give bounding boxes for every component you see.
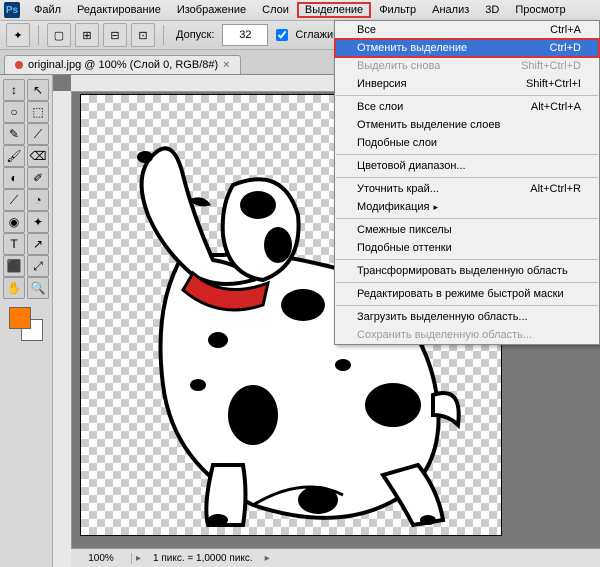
tab-dot-icon	[15, 61, 23, 69]
menu-analysis[interactable]: Анализ	[424, 2, 477, 18]
tool-button[interactable]: ↖	[27, 79, 49, 101]
menu-3d[interactable]: 3D	[477, 2, 507, 18]
tool-button[interactable]: ◉	[3, 211, 25, 233]
document-tab[interactable]: original.jpg @ 100% (Слой 0, RGB/8#) ×	[4, 55, 241, 74]
tool-button[interactable]: ⬛	[3, 255, 25, 277]
tool-button[interactable]: ⟋	[27, 123, 49, 145]
menu-item[interactable]: Загрузить выделенную область...	[335, 308, 599, 326]
menu-layers[interactable]: Слои	[254, 2, 297, 18]
statusbar: 100% ▸ 1 пикс. = 1,0000 пикс. ▸	[71, 548, 600, 567]
menu-file[interactable]: Файл	[26, 2, 69, 18]
select-menu-dropdown: ВсеCtrl+AОтменить выделениеCtrl+DВыделит…	[334, 20, 600, 345]
ruler-vertical[interactable]	[53, 91, 72, 567]
menu-item[interactable]: Трансформировать выделенную область	[335, 262, 599, 280]
ps-logo: Ps	[4, 2, 20, 18]
tool-button[interactable]: ⟋	[3, 189, 25, 211]
tool-button[interactable]: ✦	[27, 211, 49, 233]
menu-item[interactable]: ВсеCtrl+A	[335, 21, 599, 39]
selection-sub-icon[interactable]: ⊟	[103, 23, 127, 47]
menu-filter[interactable]: Фильтр	[371, 2, 424, 18]
menu-image[interactable]: Изображение	[169, 2, 254, 18]
menu-item[interactable]: Цветовой диапазон...	[335, 157, 599, 175]
menu-item: Выделить сноваShift+Ctrl+D	[335, 57, 599, 75]
tool-button[interactable]: ⬚	[27, 101, 49, 123]
status-info: 1 пикс. = 1,0000 пикс.	[145, 553, 261, 564]
menu-item[interactable]: Модификация	[335, 198, 599, 216]
menu-item[interactable]: Все слоиAlt+Ctrl+A	[335, 98, 599, 116]
tool-preset-icon[interactable]: ✦	[6, 23, 30, 47]
tool-button[interactable]: 🔍	[27, 277, 49, 299]
zoom-level[interactable]: 100%	[71, 553, 132, 564]
antialias-checkbox[interactable]	[276, 29, 288, 41]
tolerance-label: Допуск:	[176, 29, 214, 41]
selection-add-icon[interactable]: ⊞	[75, 23, 99, 47]
tool-button[interactable]: T	[3, 233, 25, 255]
tool-button[interactable]: ⤢	[27, 255, 49, 277]
selection-new-icon[interactable]: ▢	[47, 23, 71, 47]
tool-button[interactable]: ⌫	[27, 145, 49, 167]
menu-item[interactable]: Отменить выделение слоев	[335, 116, 599, 134]
tool-button[interactable]: ◔	[27, 189, 49, 211]
menubar: Ps Файл Редактирование Изображение Слои …	[0, 0, 600, 21]
chevron-right-icon[interactable]: ▸	[132, 553, 145, 564]
tab-close-icon[interactable]: ×	[223, 59, 229, 71]
menu-item[interactable]: Подобные оттенки	[335, 239, 599, 257]
menu-edit[interactable]: Редактирование	[69, 2, 169, 18]
menu-item[interactable]: ИнверсияShift+Ctrl+I	[335, 75, 599, 93]
tab-title: original.jpg @ 100% (Слой 0, RGB/8#)	[28, 59, 218, 71]
menu-select[interactable]: Выделение	[297, 2, 371, 18]
chevron-right-icon[interactable]: ▸	[261, 553, 274, 564]
color-swatches[interactable]	[9, 307, 43, 341]
menu-item[interactable]: Отменить выделениеCtrl+D	[335, 39, 599, 57]
selection-intersect-icon[interactable]: ⊡	[131, 23, 155, 47]
menu-item[interactable]: Подобные слои	[335, 134, 599, 152]
tool-button[interactable]: ✐	[27, 167, 49, 189]
tool-button[interactable]: ✋	[3, 277, 25, 299]
tool-button[interactable]: ↕	[3, 79, 25, 101]
tolerance-input[interactable]	[222, 24, 268, 46]
menu-item: Сохранить выделенную область...	[335, 326, 599, 344]
toolbox: ↕↖○⬚✎⟋🖌⌫◐✐⟋◔◉✦T↗⬛⤢✋🔍	[0, 75, 53, 567]
foreground-color-swatch[interactable]	[9, 307, 31, 329]
tool-button[interactable]: ○	[3, 101, 25, 123]
menu-view[interactable]: Просмотр	[507, 2, 573, 18]
tool-button[interactable]: ◐	[3, 167, 25, 189]
tool-button[interactable]: 🖌	[3, 145, 25, 167]
tool-button[interactable]: ↗	[27, 233, 49, 255]
menu-item[interactable]: Редактировать в режиме быстрой маски	[335, 285, 599, 303]
tool-button[interactable]: ✎	[3, 123, 25, 145]
menu-item[interactable]: Уточнить край...Alt+Ctrl+R	[335, 180, 599, 198]
menu-item[interactable]: Смежные пикселы	[335, 221, 599, 239]
